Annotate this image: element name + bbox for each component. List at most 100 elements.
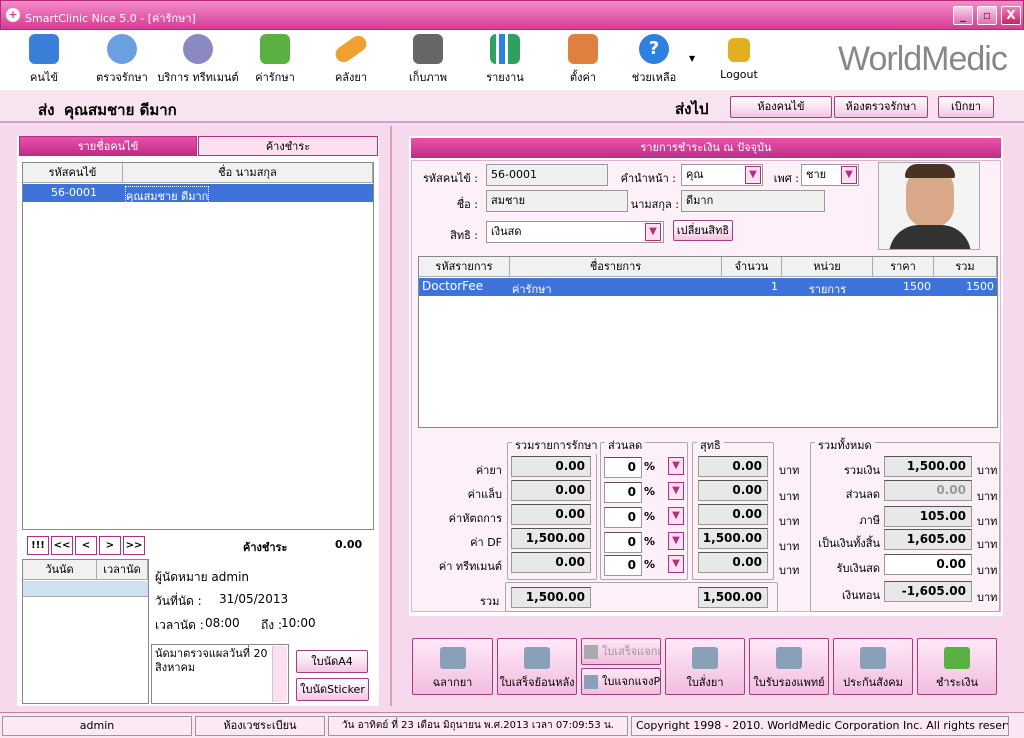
right-select[interactable]: เงินสด <box>486 221 664 243</box>
printer-icon <box>692 647 718 669</box>
df-net-amount: 1,500.00 <box>698 528 768 549</box>
treatment-discount-input[interactable]: 0 <box>604 555 642 576</box>
appt-time-label: เวลานัด : <box>155 618 204 632</box>
change-value: -1,605.00 <box>884 581 972 602</box>
appt-maker: ผู้นัดหมาย admin <box>155 570 250 584</box>
surname-label: นามสกุล : <box>630 198 679 211</box>
nav-first-button[interactable]: << <box>51 536 73 555</box>
col-patient-name[interactable]: ชื่อ นามสกุล <box>123 163 373 183</box>
drug-fee-amount: 0.00 <box>511 456 591 477</box>
col-price[interactable]: ราคา <box>873 257 934 277</box>
prefix-dropdown-icon[interactable]: ▼ <box>745 166 761 184</box>
toolbar-pharmacy[interactable]: คลังยา <box>324 32 378 90</box>
table-row[interactable]: DoctorFee ค่ารักษา 1 รายการ 1500 1500 <box>419 278 997 296</box>
masks-icon <box>183 34 213 64</box>
nav-next-button[interactable]: > <box>99 536 121 555</box>
close-button[interactable]: X <box>1001 6 1021 25</box>
grand-total-unit: บาท <box>977 538 998 551</box>
appt-note-textarea[interactable]: นัดมาตรวจแผลวันที่ 20 สิงหาคม <box>151 644 289 704</box>
minimize-button[interactable]: _ <box>953 6 973 25</box>
name-label: ชื่อ : <box>456 198 478 211</box>
toolbar-report[interactable]: รายงาน <box>478 32 532 90</box>
send-patient-room-button[interactable]: ห้องคนไข้ <box>730 96 832 118</box>
cash-received-input[interactable]: 0.00 <box>884 554 972 575</box>
sum-amount: 1,500.00 <box>511 587 591 608</box>
surname-field[interactable]: ดีมาก <box>681 190 825 212</box>
outstanding-value: 0.00 <box>335 538 363 551</box>
panel-splitter[interactable] <box>390 126 392 706</box>
treatment-discount-type-dropdown[interactable]: ▼ <box>668 555 684 573</box>
restore-button[interactable]: ▫ <box>977 6 997 25</box>
row-patient-id: 56-0001 <box>51 186 97 199</box>
table-row[interactable]: 56-0001 คุณสมชาย ดีมาก <box>23 184 373 206</box>
po-detail-button[interactable]: ใบแจกแจงPO <box>581 668 661 695</box>
col-patient-id[interactable]: รหัสคนไข้ <box>23 163 123 183</box>
col-item-code[interactable]: รหัสรายการ <box>419 257 510 277</box>
money-icon <box>260 34 290 64</box>
send-exam-room-button[interactable]: ห้องตรวจรักษา <box>834 96 928 118</box>
col-qty[interactable]: จำนวน <box>722 257 782 277</box>
change-unit: บาท <box>977 591 998 604</box>
df-unit-label: บาท <box>779 540 800 553</box>
lab-unit-label: บาท <box>779 490 800 503</box>
first-name-field[interactable]: สมชาย <box>486 190 628 212</box>
sex-label: เพศ : <box>773 172 799 185</box>
procedure-fee-amount: 0.00 <box>511 504 591 525</box>
toolbar-photo[interactable]: เก็บภาพ <box>401 32 455 90</box>
send-pharmacy-button[interactable]: เบิกยา <box>938 96 994 118</box>
items-table: รหัสรายการ ชื่อรายการ จำนวน หน่วย ราคา ร… <box>418 256 998 428</box>
nav-last-button[interactable]: >> <box>123 536 145 555</box>
receipt-detail-button[interactable]: ใบเสร็จแจกแจง <box>581 638 661 665</box>
patient-id-field[interactable]: 56-0001 <box>486 164 608 186</box>
nav-prev-button[interactable]: < <box>75 536 97 555</box>
group-discount-title: ส่วนลด <box>605 436 646 454</box>
drug-net-amount: 0.00 <box>698 456 768 477</box>
drug-label-button[interactable]: ฉลากยา <box>412 638 493 695</box>
toolbar-fee[interactable]: ค่ารักษา <box>248 32 302 90</box>
col-item-name[interactable]: ชื่อรายการ <box>510 257 722 277</box>
nav-all-button[interactable]: !!! <box>27 536 49 555</box>
payment-header: รายการชำระเงิน ณ ปัจจุบัน <box>411 138 1001 158</box>
toolbar-settings[interactable]: ตั้งค่า <box>556 32 610 90</box>
social-security-button[interactable]: ประกันสังคม <box>833 638 913 695</box>
lab-discount-type-dropdown[interactable]: ▼ <box>668 482 684 500</box>
toolbar-help[interactable]: ? ช่วยเหลือ <box>627 32 681 90</box>
help-dropdown-icon[interactable]: ▼ <box>689 54 695 63</box>
toolbar-examine[interactable]: ตรวจรักษา <box>92 32 152 90</box>
col-appt-date[interactable]: วันนัด <box>23 560 97 580</box>
procedure-discount-type-dropdown[interactable]: ▼ <box>668 507 684 525</box>
col-total[interactable]: รวม <box>934 257 997 277</box>
treatment-fee-label: ค่า ทรีทเมนต์ <box>438 560 502 573</box>
change-right-button[interactable]: เปลี่ยนสิทธิ <box>673 220 733 241</box>
appointment-row[interactable] <box>23 581 148 597</box>
df-discount-type-dropdown[interactable]: ▼ <box>668 532 684 550</box>
prescription-button[interactable]: ใบสั่งยา <box>665 638 745 695</box>
help-icon: ? <box>639 34 669 64</box>
sex-dropdown-icon[interactable]: ▼ <box>841 166 857 184</box>
col-appt-time[interactable]: เวลานัด <box>97 560 148 580</box>
tab-outstanding[interactable]: ค้างชำระ <box>198 136 378 156</box>
procedure-discount-input[interactable]: 0 <box>604 507 642 528</box>
left-panel: รายชื่อคนไข้ ค้างชำระ รหัสคนไข้ ชื่อ นาม… <box>17 136 379 706</box>
grand-total-value: 1,605.00 <box>884 529 972 550</box>
medical-certificate-button[interactable]: ใบรับรองแพทย์ <box>749 638 829 695</box>
df-discount-input[interactable]: 0 <box>604 532 642 553</box>
right-dropdown-icon[interactable]: ▼ <box>645 223 661 241</box>
cash-received-unit: บาท <box>977 564 998 577</box>
appt-a4-button[interactable]: ใบนัดA4 <box>296 650 368 673</box>
lab-discount-input[interactable]: 0 <box>604 482 642 503</box>
appt-date-label: วันที่นัด : <box>155 594 202 608</box>
drug-discount-input[interactable]: 0 <box>604 457 642 478</box>
tab-patient-list[interactable]: รายชื่อคนไข้ <box>19 136 197 156</box>
receipt-history-button[interactable]: ใบเสร็จย้อนหลัง <box>497 638 577 695</box>
pay-button[interactable]: ชำระเงิน <box>917 638 997 695</box>
drug-discount-type-dropdown[interactable]: ▼ <box>668 457 684 475</box>
money-icon <box>944 647 970 669</box>
right-label: สิทธิ : <box>450 229 478 242</box>
col-unit[interactable]: หน่วย <box>782 257 873 277</box>
toolbar-treatment[interactable]: บริการ ทรีทเมนต์ <box>157 32 239 90</box>
appt-sticker-button[interactable]: ใบนัดSticker <box>296 678 369 701</box>
toolbar-logout[interactable]: Logout <box>712 32 766 90</box>
toolbar-patient[interactable]: คนไข้ <box>14 32 74 90</box>
note-scrollbar[interactable] <box>272 646 287 702</box>
